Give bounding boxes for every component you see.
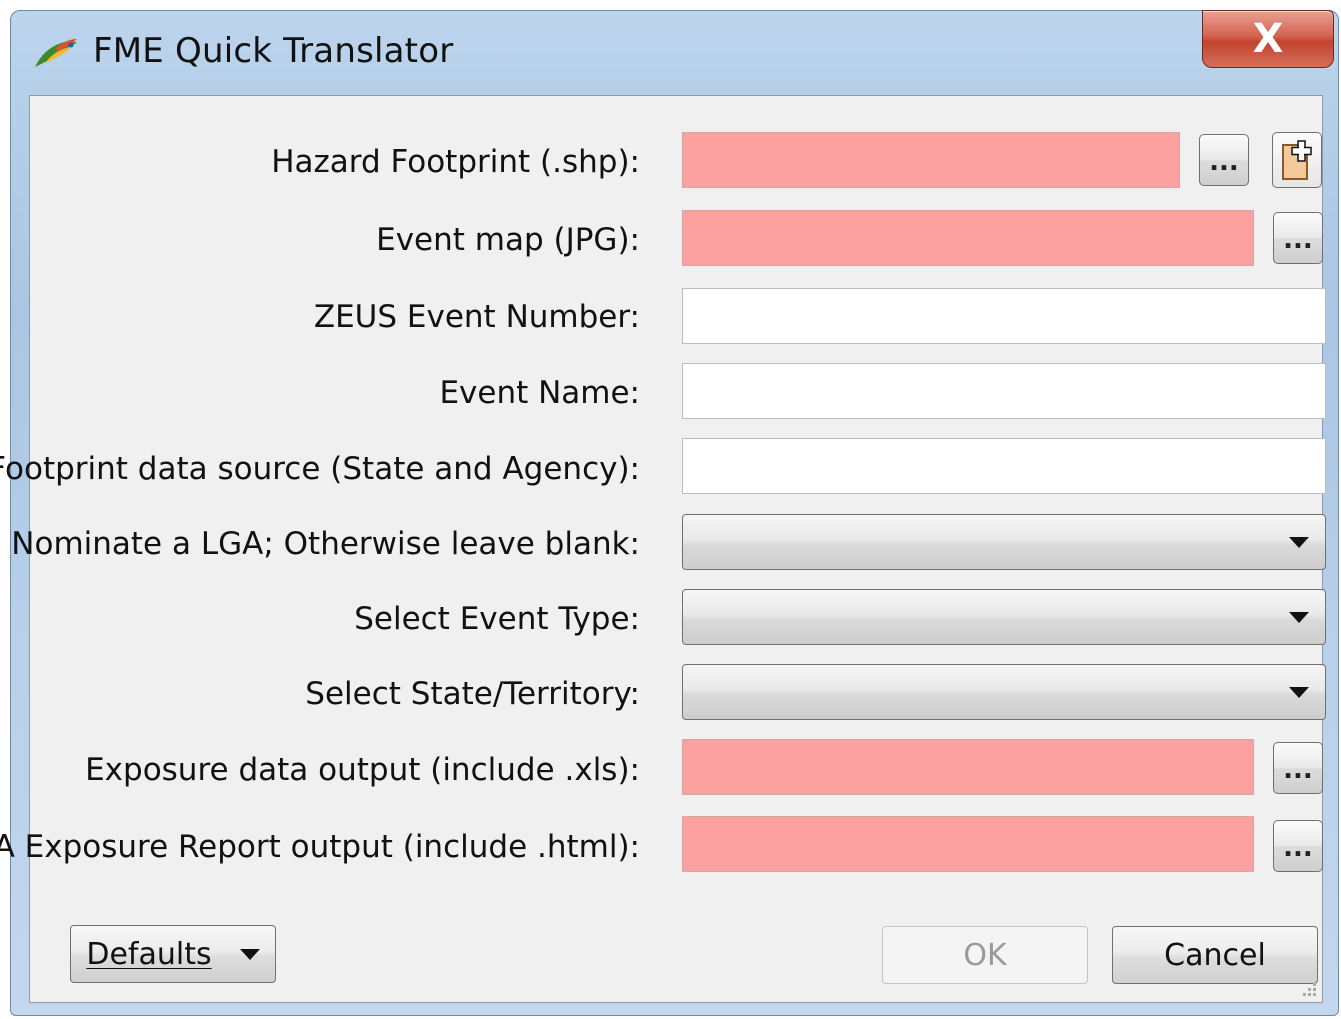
event-name-input[interactable] [682, 363, 1326, 419]
state-territory-label: Select State/Territory: [305, 676, 640, 712]
zeus-event-number-input[interactable] [682, 288, 1326, 344]
dropdown-arrow-icon [1289, 687, 1309, 698]
ga-report-output-label: GA Exposure Report output (include .html… [0, 829, 640, 865]
cancel-button[interactable]: Cancel [1112, 926, 1318, 984]
event-map-input[interactable] [682, 210, 1254, 266]
close-icon: X [1252, 16, 1284, 62]
ellipsis-icon: ... [1283, 225, 1313, 255]
hazard-footprint-browse-button[interactable]: ... [1199, 134, 1249, 186]
dropdown-arrow-icon [239, 948, 260, 960]
footprint-data-source-label: Footprint data source (State and Agency)… [0, 451, 640, 487]
dialog-window: FME Quick Translator X Hazard Footprint … [0, 10, 1339, 1016]
close-button[interactable]: X [1202, 10, 1334, 68]
form-panel: Hazard Footprint (.shp): ... Event map (… [0, 95, 1326, 1003]
hazard-footprint-label: Hazard Footprint (.shp): [271, 144, 640, 180]
dropdown-arrow-icon [1289, 612, 1309, 623]
footprint-data-source-input[interactable] [682, 438, 1326, 494]
ok-button[interactable]: OK [882, 926, 1088, 984]
event-name-label: Event Name: [439, 375, 640, 411]
defaults-label: Defaults [86, 936, 212, 972]
add-file-icon [1282, 140, 1312, 180]
event-type-select[interactable] [682, 589, 1326, 645]
ga-report-output-input[interactable] [682, 816, 1254, 872]
lga-label: Nominate a LGA; Otherwise leave blank: [11, 526, 640, 562]
resize-grip-icon[interactable] [1300, 980, 1318, 998]
ga-report-output-browse-button[interactable]: ... [1273, 820, 1323, 872]
add-file-button[interactable] [1272, 132, 1322, 188]
state-territory-select[interactable] [682, 664, 1326, 720]
ellipsis-icon: ... [1283, 755, 1313, 785]
ellipsis-icon: ... [1209, 147, 1239, 177]
cancel-label: Cancel [1164, 937, 1266, 973]
dropdown-arrow-icon [1289, 537, 1309, 548]
event-map-browse-button[interactable]: ... [1273, 212, 1323, 264]
event-type-label: Select Event Type: [354, 601, 640, 637]
lga-select[interactable] [682, 514, 1326, 570]
hazard-footprint-input[interactable] [682, 132, 1180, 188]
zeus-event-number-label: ZEUS Event Number: [313, 299, 640, 335]
title-bar[interactable]: FME Quick Translator X [11, 10, 1338, 95]
event-map-label: Event map (JPG): [376, 222, 640, 258]
exposure-data-output-browse-button[interactable]: ... [1273, 742, 1323, 794]
window-title: FME Quick Translator [93, 31, 454, 71]
defaults-button[interactable]: Defaults [70, 925, 276, 983]
exposure-data-output-label: Exposure data output (include .xls): [85, 752, 640, 788]
fme-app-icon [35, 39, 77, 67]
ok-label: OK [963, 937, 1007, 973]
exposure-data-output-input[interactable] [682, 739, 1254, 795]
ellipsis-icon: ... [1283, 833, 1313, 863]
